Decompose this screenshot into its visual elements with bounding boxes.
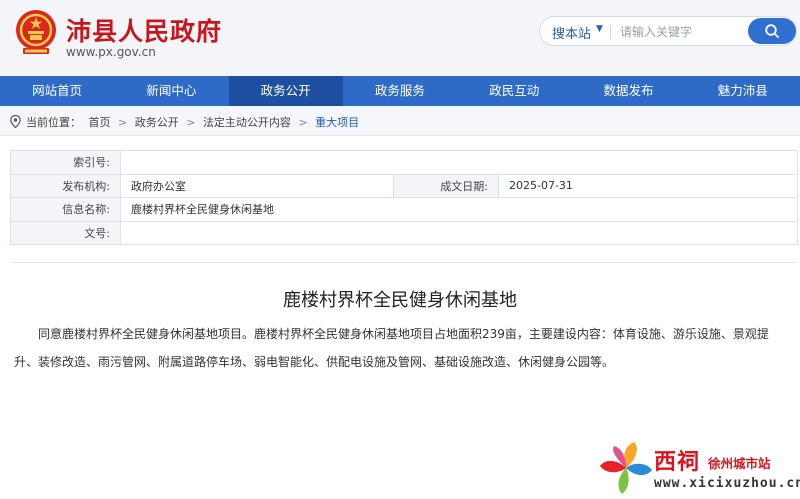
index-label: 索引号: (10, 150, 121, 175)
xici-logo-icon (600, 442, 652, 494)
table-row: 索引号: (10, 150, 798, 175)
nav-item-services[interactable]: 政务服务 (343, 76, 457, 106)
table-row: 文号: (10, 220, 798, 245)
main-nav: 网站首页 新闻中心 政务公开 政务服务 政民互动 数据发布 魅力沛县 (0, 76, 800, 106)
index-value (120, 150, 798, 175)
divider (10, 262, 798, 263)
nav-item-news[interactable]: 新闻中心 (114, 76, 228, 106)
watermark: 西祠 徐州城市站 www.xicixuzhou.cn (596, 436, 800, 499)
info-name-label: 信息名称: (10, 197, 121, 222)
nav-item-charm[interactable]: 魅力沛县 (686, 76, 800, 106)
document-info-table: 索引号: 发布机构: 政府办公室 成文日期: 2025-07-31 信息名称: … (10, 150, 798, 245)
search-divider (610, 25, 611, 39)
chevron-down-icon[interactable]: ▼ (596, 24, 603, 34)
breadcrumb-major-projects[interactable]: 重大项目 (315, 116, 359, 129)
table-row: 信息名称: 鹿楼村界杯全民健身休闲基地 (10, 197, 798, 222)
search-box: 搜本站 ▼ (539, 16, 797, 46)
watermark-brand: 西祠 (654, 449, 701, 475)
article-title: 鹿楼村界杯全民健身休闲基地 (283, 290, 517, 311)
search-button[interactable] (748, 18, 796, 44)
breadcrumb-government-affairs[interactable]: 政务公开 (135, 116, 179, 129)
publisher-value: 政府办公室 (120, 173, 394, 198)
publisher-label: 发布机构: (10, 173, 121, 198)
breadcrumb-prefix: 当前位置： (26, 116, 81, 129)
site-title[interactable]: 沛县人民政府 (66, 12, 222, 48)
site-url: www.px.gov.cn (66, 45, 156, 59)
search-icon (765, 24, 779, 38)
search-scope-dropdown[interactable]: 搜本站 (552, 23, 591, 42)
date-label: 成文日期: (393, 173, 499, 198)
table-row: 发布机构: 政府办公室 成文日期: 2025-07-31 (10, 173, 798, 198)
nav-item-home[interactable]: 网站首页 (0, 76, 114, 106)
watermark-url: www.xicixuzhou.cn (654, 476, 800, 491)
national-emblem-icon[interactable] (14, 8, 58, 56)
site-header: 沛县人民政府 www.px.gov.cn 搜本站 ▼ (0, 0, 800, 76)
doc-number-value (120, 220, 798, 245)
breadcrumb-statutory-disclosure[interactable]: 法定主动公开内容 (203, 116, 291, 129)
date-value: 2025-07-31 (498, 173, 798, 198)
nav-item-interaction[interactable]: 政民互动 (457, 76, 571, 106)
watermark-tagline: 徐州城市站 (708, 456, 771, 471)
breadcrumb-home[interactable]: 首页 (89, 116, 111, 129)
info-name-value: 鹿楼村界杯全民健身休闲基地 (120, 197, 798, 222)
search-input[interactable] (620, 22, 740, 42)
article-body: 同意鹿楼村界杯全民健身休闲基地项目。鹿楼村界杯全民健身休闲基地项目占地面积239… (14, 327, 769, 369)
breadcrumb: 当前位置： 首页 > 政务公开 > 法定主动公开内容 > 重大项目 (0, 106, 800, 136)
breadcrumb-separator: > (298, 116, 308, 129)
doc-number-label: 文号: (10, 220, 121, 245)
breadcrumb-separator: > (186, 116, 196, 129)
nav-item-government-affairs[interactable]: 政务公开 (228, 76, 343, 106)
location-pin-icon (10, 115, 21, 128)
breadcrumb-separator: > (118, 116, 128, 129)
nav-item-data[interactable]: 数据发布 (571, 76, 685, 106)
